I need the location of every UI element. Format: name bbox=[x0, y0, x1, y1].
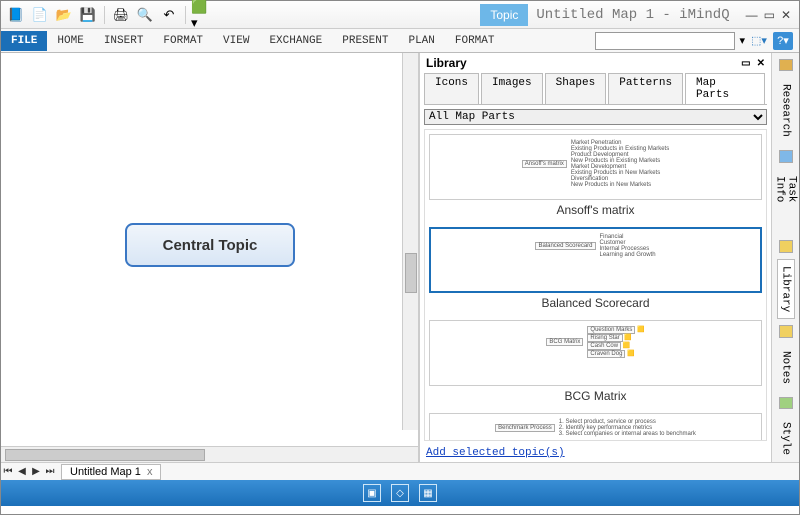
side-tab-notes[interactable]: Notes bbox=[777, 344, 795, 391]
ribbon-tab-present[interactable]: PRESENT bbox=[332, 31, 398, 51]
tab-nav-last-icon[interactable]: ⏭ bbox=[43, 466, 57, 477]
library-thumbnail: BCG Matrix Question Marks 🟨 Rising Star … bbox=[429, 320, 762, 386]
preview-icon[interactable]: 🔍 bbox=[134, 4, 156, 26]
library-caption: BCG Matrix bbox=[429, 389, 762, 403]
titlebar: 📘 📄 📂 💾 🖨 🔍 ↶ 🟩▾ Topic Untitled Map 1 - … bbox=[1, 1, 799, 29]
library-caption: Balanced Scorecard bbox=[429, 296, 762, 310]
ribbon-tab-plan[interactable]: PLAN bbox=[398, 31, 444, 51]
mindmap-canvas[interactable]: Central Topic bbox=[1, 53, 418, 446]
lib-tab-shapes[interactable]: Shapes bbox=[545, 73, 607, 104]
tab-nav-first-icon[interactable]: ⏮ bbox=[1, 466, 15, 477]
library-thumbnail: Balanced Scorecard FinancialCustomer Int… bbox=[429, 227, 762, 293]
tab-nav-prev-icon[interactable]: ◀ bbox=[15, 466, 29, 477]
library-thumbnail: Ansoff's matrix Market PenetrationExisti… bbox=[429, 134, 762, 200]
ribbon-tab-file[interactable]: FILE bbox=[1, 31, 47, 51]
undo-icon[interactable]: ↶ bbox=[158, 4, 180, 26]
research-icon bbox=[779, 59, 793, 71]
style-combo[interactable] bbox=[595, 32, 735, 50]
panel-close-icon[interactable]: ✕ bbox=[757, 58, 765, 69]
lib-tab-patterns[interactable]: Patterns bbox=[608, 73, 683, 104]
ribbon-tab-exchange[interactable]: EXCHANGE bbox=[259, 31, 332, 51]
ribbon: FILE HOME INSERT FORMAT VIEW EXCHANGE PR… bbox=[1, 29, 799, 53]
redo-icon[interactable]: 🟩▾ bbox=[191, 4, 213, 26]
ribbon-tab-format[interactable]: FORMAT bbox=[153, 31, 213, 51]
view-center-icon[interactable]: ◇ bbox=[391, 484, 409, 502]
save-icon[interactable]: 💾 bbox=[77, 4, 99, 26]
library-icon bbox=[779, 240, 793, 252]
library-panel: Library ▭ ✕ Icons Images Shapes Patterns… bbox=[419, 53, 771, 462]
library-item[interactable]: Balanced Scorecard FinancialCustomer Int… bbox=[429, 227, 762, 310]
template-icon[interactable]: ⬚▾ bbox=[749, 32, 769, 50]
main-area: Central Topic Library ▭ ✕ Icons Images S… bbox=[1, 53, 799, 462]
horizontal-scrollbar[interactable] bbox=[1, 446, 418, 462]
window-title: Untitled Map 1 - iMindQ bbox=[528, 7, 737, 23]
open-icon[interactable]: 📂 bbox=[53, 4, 75, 26]
add-selected-link[interactable]: Add selected topic(s) bbox=[426, 447, 565, 459]
side-tab-research[interactable]: Research bbox=[777, 77, 795, 144]
maximize-icon[interactable]: ▭ bbox=[764, 8, 775, 22]
view-fit-icon[interactable]: ▣ bbox=[363, 484, 381, 502]
side-tab-taskinfo[interactable]: Task Info bbox=[771, 169, 800, 235]
library-filter-select[interactable]: All Map Parts bbox=[424, 109, 767, 125]
print-icon[interactable]: 🖨 bbox=[110, 4, 132, 26]
central-topic-node[interactable]: Central Topic bbox=[125, 223, 295, 267]
context-tab-topic[interactable]: Topic bbox=[480, 4, 528, 26]
panel-float-icon[interactable]: ▭ bbox=[741, 58, 750, 69]
new-icon[interactable]: 📄 bbox=[29, 4, 51, 26]
library-title: Library bbox=[426, 56, 467, 70]
document-tab[interactable]: Untitled Map 1 x bbox=[61, 464, 161, 480]
taskinfo-icon bbox=[779, 150, 793, 162]
minimize-icon[interactable]: — bbox=[746, 8, 758, 22]
library-item[interactable]: Ansoff's matrix Market PenetrationExisti… bbox=[429, 134, 762, 217]
statusbar: ▣ ◇ ▦ bbox=[1, 480, 799, 506]
app-icon[interactable]: 📘 bbox=[5, 4, 27, 26]
document-tab-label: Untitled Map 1 bbox=[70, 466, 141, 478]
lib-tab-mapparts[interactable]: Map Parts bbox=[685, 73, 765, 104]
help-icon[interactable]: ?▾ bbox=[773, 32, 793, 50]
library-item[interactable]: BCG Matrix Question Marks 🟨 Rising Star … bbox=[429, 320, 762, 403]
library-item-list[interactable]: Ansoff's matrix Market PenetrationExisti… bbox=[424, 129, 767, 441]
document-tab-close-icon[interactable]: x bbox=[147, 466, 153, 478]
view-zoom-icon[interactable]: ▦ bbox=[419, 484, 437, 502]
document-tab-bar: ⏮ ◀ ▶ ⏭ Untitled Map 1 x bbox=[1, 462, 799, 480]
side-tab-library[interactable]: Library bbox=[777, 259, 795, 319]
lib-tab-icons[interactable]: Icons bbox=[424, 73, 479, 104]
ribbon-tab-insert[interactable]: INSERT bbox=[94, 31, 154, 51]
canvas-panel: Central Topic bbox=[1, 53, 419, 462]
tab-nav-next-icon[interactable]: ▶ bbox=[29, 466, 43, 477]
quick-access-toolbar: 📘 📄 📂 💾 🖨 🔍 ↶ 🟩▾ bbox=[1, 4, 217, 26]
library-caption: Ansoff's matrix bbox=[429, 203, 762, 217]
vertical-scrollbar[interactable] bbox=[402, 53, 418, 430]
ribbon-tab-home[interactable]: HOME bbox=[47, 31, 93, 51]
side-tab-strip: Research Task Info Library Notes Style bbox=[771, 53, 799, 462]
combo-dropdown-icon[interactable]: ▾ bbox=[739, 34, 745, 47]
notes-icon bbox=[779, 325, 793, 337]
style-icon bbox=[779, 397, 793, 409]
library-tabs: Icons Images Shapes Patterns Map Parts bbox=[424, 73, 767, 105]
library-item[interactable]: Benchmark Process 1. Select product, ser… bbox=[429, 413, 762, 441]
close-icon[interactable]: ✕ bbox=[781, 8, 791, 22]
ribbon-tab-view[interactable]: VIEW bbox=[213, 31, 259, 51]
ribbon-tab-format2[interactable]: FORMAT bbox=[445, 31, 505, 51]
side-tab-style[interactable]: Style bbox=[777, 415, 795, 462]
library-thumbnail: Benchmark Process 1. Select product, ser… bbox=[429, 413, 762, 441]
lib-tab-images[interactable]: Images bbox=[481, 73, 543, 104]
